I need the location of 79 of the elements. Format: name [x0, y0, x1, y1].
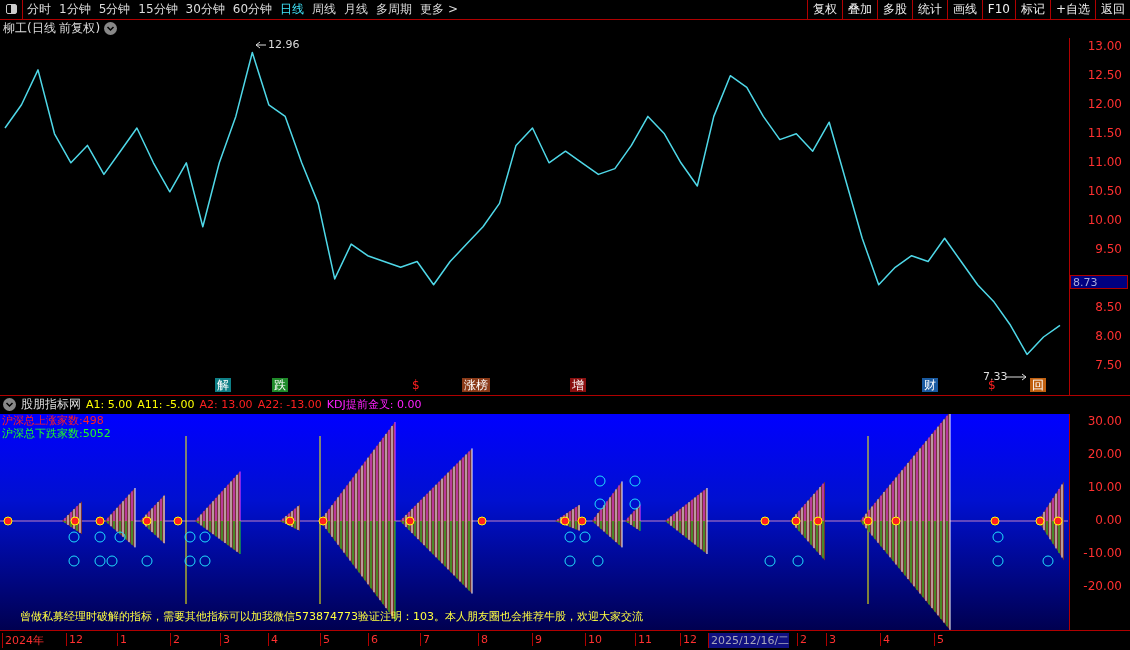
- signal-tag: 财: [922, 377, 938, 392]
- date-label: 5: [320, 633, 330, 647]
- indicator-title: 股朋指标网: [21, 396, 81, 414]
- period-tab[interactable]: 日线: [276, 0, 309, 19]
- dropdown-icon[interactable]: [3, 398, 16, 412]
- axis-label: -10.00: [1083, 545, 1122, 560]
- stat-text: 沪深总上涨家数:498: [2, 413, 105, 427]
- toolbar-button[interactable]: +自选: [1049, 0, 1095, 19]
- toolbar-button[interactable]: 复权: [806, 0, 842, 19]
- axis-label: 10.50: [1087, 183, 1122, 198]
- indicator-param: KDJ提前金叉: 0.00: [326, 397, 422, 413]
- stat-text: 沪深总下跌家数:5052: [2, 426, 111, 440]
- date-label: 2025/12/16/二: [708, 633, 790, 649]
- period-tab[interactable]: 5分钟: [94, 0, 135, 19]
- period-tab[interactable]: 15分钟: [134, 0, 182, 19]
- period-tab[interactable]: 分时: [23, 0, 55, 19]
- axis-label: 8.00: [1095, 328, 1122, 343]
- toolbar-button[interactable]: F10: [981, 0, 1015, 19]
- period-tab[interactable]: 月线: [340, 0, 373, 19]
- toolbar-button[interactable]: 叠加: [841, 0, 877, 19]
- toolbar-button[interactable]: 返回: [1095, 0, 1130, 19]
- date-label: 9: [532, 633, 542, 647]
- toolbar-button[interactable]: 多股: [876, 0, 912, 19]
- high-price-label: 12.96: [268, 37, 300, 51]
- signal-tag: 增: [570, 377, 586, 392]
- dropdown-icon[interactable]: [104, 22, 118, 36]
- axis-label: 10.00: [1087, 479, 1122, 494]
- date-label: 4: [268, 633, 278, 647]
- date-label: 3: [826, 633, 836, 647]
- indicator-param: A2: 13.00: [199, 398, 253, 412]
- indicator-param: A1: 5.00: [86, 398, 133, 412]
- current-price-label: 8.73: [1070, 274, 1129, 289]
- axis-label: 11.50: [1087, 125, 1122, 140]
- date-label: 10: [585, 633, 602, 647]
- axis-label: 11.00: [1087, 154, 1122, 169]
- date-label: 11: [635, 633, 652, 647]
- toolbar-button[interactable]: 标记: [1014, 0, 1050, 19]
- period-tab[interactable]: 多周期: [372, 0, 417, 19]
- date-label: 8: [478, 633, 488, 647]
- signal-tag: 涨榜: [462, 377, 490, 392]
- date-label: 12: [66, 633, 83, 647]
- chart-title: 柳工(日线 前复权): [3, 20, 101, 38]
- date-label: 6: [368, 633, 378, 647]
- axis-label: 0.00: [1095, 512, 1122, 527]
- axis-label: 9.50: [1095, 241, 1122, 256]
- date-label: 2024年: [2, 633, 44, 649]
- date-label: 2: [170, 633, 180, 647]
- axis-label: 30.00: [1087, 413, 1122, 428]
- axis-label: 10.00: [1087, 212, 1122, 227]
- axis-label: 8.50: [1095, 299, 1122, 314]
- indicator-param: A22: -13.00: [257, 398, 322, 412]
- period-tab[interactable]: 周线: [308, 0, 341, 19]
- axis-label: 12.50: [1087, 67, 1122, 82]
- date-label: 1: [117, 633, 127, 647]
- period-tab[interactable]: 30分钟: [181, 0, 229, 19]
- axis-label: 7.50: [1095, 357, 1122, 372]
- signal-tag: 跌: [272, 377, 288, 392]
- axis-label: -20.00: [1083, 578, 1122, 593]
- period-tab[interactable]: 1分钟: [55, 0, 95, 19]
- period-tab[interactable]: 60分钟: [228, 0, 277, 19]
- low-arrow-icon: [1005, 373, 1027, 381]
- axis-label: 12.00: [1087, 96, 1122, 111]
- signal-tag: $: [410, 377, 422, 392]
- date-label: 12: [680, 633, 697, 647]
- axis-label: 13.00: [1087, 38, 1122, 53]
- indicator-param: A11: -5.00: [137, 398, 195, 412]
- date-label: 7: [420, 633, 430, 647]
- toolbar-button[interactable]: 画线: [946, 0, 982, 19]
- date-label: 3: [220, 633, 230, 647]
- toolbar-button[interactable]: 统计: [911, 0, 947, 19]
- date-label: 4: [880, 633, 890, 647]
- date-label: 5: [934, 633, 944, 647]
- period-tab[interactable]: 更多 >: [416, 0, 462, 19]
- note-text: 曾做私募经理时破解的指标，需要其他指标可以加我微信573874773验证注明：103。本人朋友圈也会推荐牛股，欢迎大家交流: [20, 609, 643, 625]
- signal-tag: 解: [215, 377, 231, 392]
- axis-label: 20.00: [1087, 446, 1122, 461]
- date-label: 2: [797, 633, 807, 647]
- signal-tag: 回: [1030, 377, 1046, 392]
- high-arrow-icon: [255, 41, 267, 49]
